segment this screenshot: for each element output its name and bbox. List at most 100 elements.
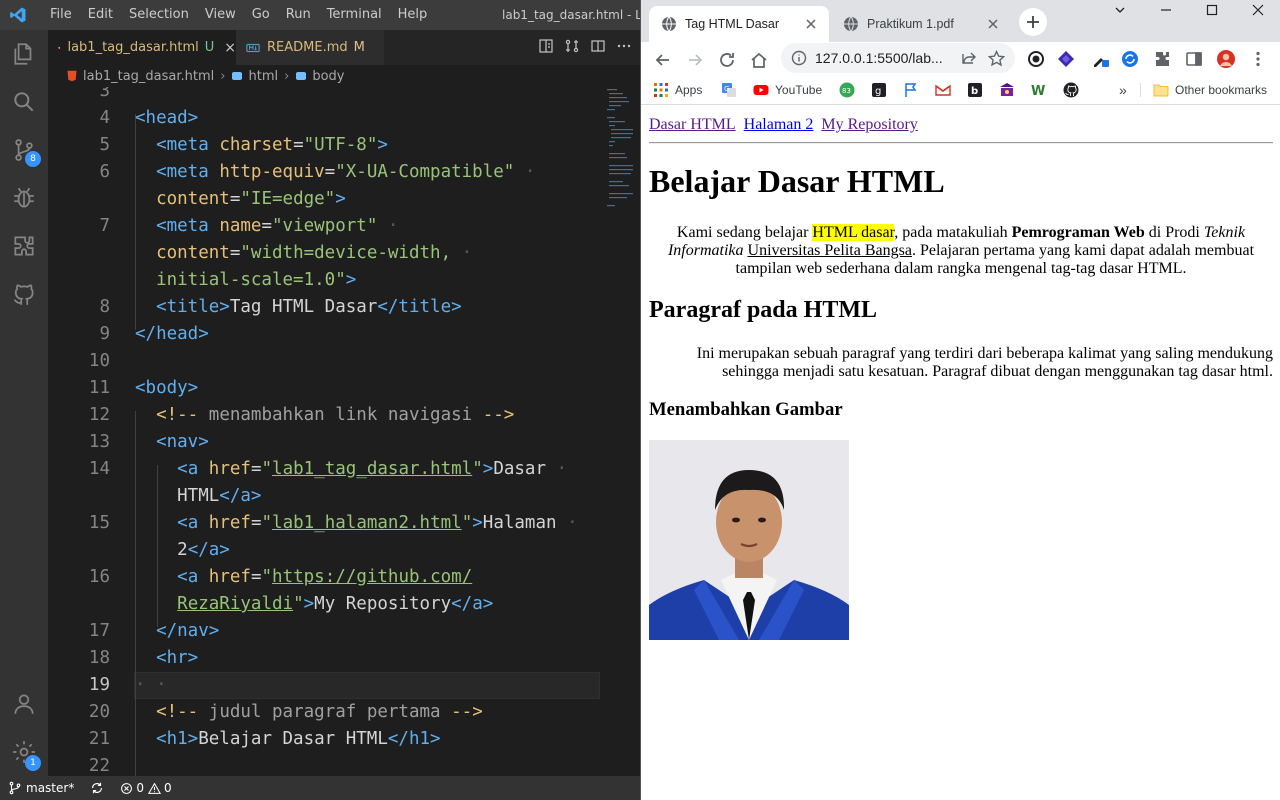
source-control-button[interactable]: 8: [0, 126, 48, 174]
bookmark-gmail[interactable]: [935, 81, 957, 99]
site-info-icon[interactable]: [791, 50, 807, 66]
close-window-button[interactable]: [1235, 0, 1280, 20]
forward-button[interactable]: [681, 46, 709, 74]
google-translate-icon: G: [722, 83, 736, 97]
status-bar: master* 0 0: [0, 776, 640, 800]
github-button[interactable]: [0, 270, 48, 318]
menu-selection[interactable]: Selection: [121, 0, 197, 30]
vscode-window: File Edit Selection View Go Run Terminal…: [0, 0, 640, 800]
reload-button[interactable]: [713, 46, 741, 74]
bookmark-83[interactable]: 83: [839, 81, 861, 99]
tab-praktikum-pdf[interactable]: Praktikum 1.pdf: [831, 6, 1011, 42]
menu-edit[interactable]: Edit: [80, 0, 121, 30]
accounts-button[interactable]: [0, 680, 48, 728]
minimap[interactable]: [605, 87, 635, 217]
more-actions-icon[interactable]: [616, 38, 632, 54]
bold-text: Pemrograman Web: [1011, 224, 1145, 241]
branch-indicator[interactable]: master*: [8, 781, 74, 795]
sync-button[interactable]: [90, 781, 104, 795]
bookmark-other[interactable]: Other bookmarks: [1153, 81, 1267, 99]
address-bar[interactable]: 127.0.0.1:5500/lab...: [781, 43, 1015, 73]
vscode-titlebar: File Edit Selection View Go Run Terminal…: [0, 0, 640, 30]
line-number: 13: [88, 432, 110, 452]
svg-text:G: G: [724, 85, 729, 93]
bookmark-star-icon[interactable]: [988, 49, 1005, 67]
bookmark-youtube[interactable]: YouTube: [753, 81, 822, 99]
breadcrumb-file[interactable]: lab1_tag_dasar.html: [83, 69, 214, 84]
tab-close-icon[interactable]: ×: [224, 40, 236, 56]
menu-terminal[interactable]: Terminal: [319, 0, 390, 30]
home-icon: [751, 52, 767, 68]
problems-indicator[interactable]: 0 0: [120, 781, 172, 795]
breadcrumb-html[interactable]: html: [248, 69, 278, 84]
nav-link-halaman-2[interactable]: Halaman 2: [744, 116, 814, 133]
menu-file[interactable]: File: [42, 0, 80, 30]
code-line: <a href="lab1_tag_dasar.html">Dasar ·: [177, 459, 568, 479]
manage-button[interactable]: 1: [0, 728, 48, 776]
code-line: <head>: [135, 108, 199, 128]
subsection-heading: Menambahkan Gambar: [649, 399, 843, 420]
error-count: 0: [136, 781, 144, 795]
bookmark-university[interactable]: [999, 81, 1021, 99]
share-icon[interactable]: [961, 50, 977, 66]
bookmark-g[interactable]: g: [871, 81, 893, 99]
close-tab-icon[interactable]: [985, 16, 1001, 32]
menu-help[interactable]: Help: [390, 0, 436, 30]
vscode-logo-icon: [10, 7, 26, 23]
profile-button[interactable]: [1215, 48, 1237, 70]
extension-refresh[interactable]: [1119, 48, 1141, 70]
tab-readme[interactable]: README.md M: [236, 30, 384, 65]
bookmark-translate[interactable]: G: [721, 81, 743, 99]
menu-go[interactable]: Go: [244, 0, 278, 30]
open-preview-icon[interactable]: [538, 38, 554, 54]
tab-title: Praktikum 1.pdf: [867, 17, 954, 31]
apps-grid-icon: [654, 83, 668, 97]
code-editor[interactable]: 3 4 5 6 7 8 9 10 11 12 13 14 15 16 17 18 19 20 21 22 <head>…: [48, 87, 640, 776]
bookmark-flag[interactable]: [903, 81, 925, 99]
chrome-menu-button[interactable]: [1247, 48, 1269, 70]
tab-lab1-tag-dasar[interactable]: lab1_tag_dasar.html U ×: [48, 30, 236, 65]
debug-button[interactable]: [0, 174, 48, 222]
search-button[interactable]: [0, 78, 48, 126]
code-line: RezaRiyaldi">My Repository</a>: [177, 594, 494, 614]
maximize-button[interactable]: [1189, 0, 1235, 20]
html5-icon: [67, 70, 77, 82]
split-editor-icon[interactable]: [590, 38, 606, 54]
line-number: 10: [88, 351, 110, 371]
extension-record[interactable]: [1025, 48, 1047, 70]
tab-search-button[interactable]: [1097, 0, 1143, 20]
element-icon: [232, 72, 243, 80]
side-panel-button[interactable]: [1183, 48, 1205, 70]
bookmark-apps[interactable]: Apps: [653, 81, 702, 99]
back-button[interactable]: [649, 46, 677, 74]
home-button[interactable]: [745, 46, 773, 74]
bookmark-github[interactable]: [1063, 81, 1085, 99]
globe-icon: [844, 16, 858, 32]
extension-layers[interactable]: [1055, 48, 1077, 70]
github-icon: [13, 284, 34, 305]
bookmark-b[interactable]: b: [967, 81, 989, 99]
window-title: lab1_tag_dasar.html - Lab: [502, 8, 640, 22]
minimize-button[interactable]: [1143, 0, 1189, 20]
extensions-menu-button[interactable]: [1151, 48, 1173, 70]
new-tab-button[interactable]: [1019, 8, 1047, 36]
breadcrumb-body[interactable]: body: [312, 69, 344, 84]
tab-tag-html-dasar[interactable]: Tag HTML Dasar: [649, 6, 829, 42]
profile-photo: [649, 440, 849, 640]
menu-view[interactable]: View: [197, 0, 244, 30]
explorer-button[interactable]: [0, 30, 48, 78]
svg-text:W: W: [1031, 84, 1045, 98]
bookmarks-overflow[interactable]: »: [1119, 81, 1127, 99]
extension-eyedropper[interactable]: [1089, 48, 1111, 70]
nav-link-dasar-html[interactable]: Dasar HTML: [649, 116, 736, 133]
line-number: 22: [88, 756, 110, 776]
compare-changes-icon[interactable]: [564, 38, 580, 54]
vscode-menubar: File Edit Selection View Go Run Terminal…: [42, 0, 435, 30]
bookmark-w[interactable]: W: [1031, 81, 1053, 99]
close-tab-icon[interactable]: [803, 16, 819, 32]
nav-link-my-repository[interactable]: My Repository: [821, 116, 917, 133]
extensions-button[interactable]: [0, 222, 48, 270]
side-panel-icon: [1186, 52, 1202, 66]
svg-text:g: g: [875, 86, 881, 97]
menu-run[interactable]: Run: [278, 0, 319, 30]
